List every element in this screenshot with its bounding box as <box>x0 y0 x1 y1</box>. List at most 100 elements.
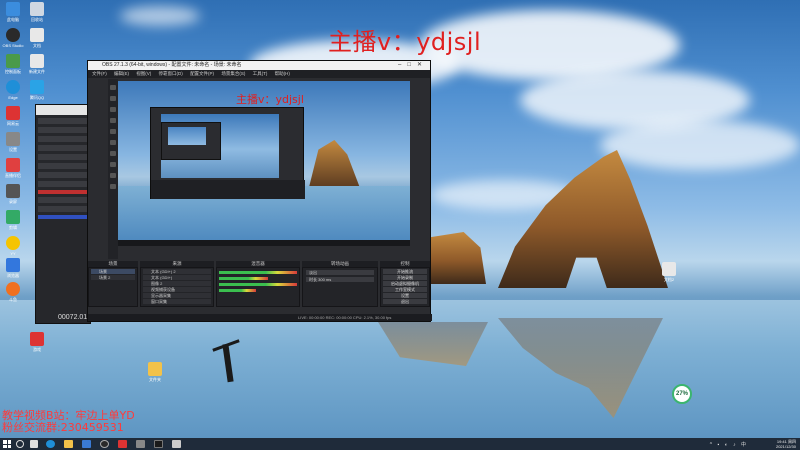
source-item[interactable]: 文本 (GDI+) 2 <box>143 269 211 274</box>
desktop-icon[interactable]: YY <box>2 236 24 256</box>
desktop-icon[interactable]: 网易云 <box>2 106 24 127</box>
audio-meter <box>219 283 297 286</box>
app-icon[interactable] <box>172 440 181 448</box>
host-watermark: 主播v：ydjsjl <box>328 28 482 56</box>
tool-icon[interactable] <box>110 140 116 145</box>
system-tray-icons[interactable]: ^ ▪ ◐ ♪ 中 <box>710 441 748 448</box>
folder-icon[interactable] <box>64 440 73 448</box>
desktop-icon[interactable]: OBS Studio <box>2 28 24 48</box>
windows-start-icon[interactable] <box>3 440 11 448</box>
desktop-icon[interactable]: 文档2 <box>658 262 680 283</box>
start-recording-button[interactable]: 开始录制 <box>383 275 427 280</box>
menu-file[interactable]: 文件(F) <box>92 71 107 76</box>
tool-icon[interactable] <box>110 85 116 90</box>
desktop-icon[interactable]: 浏览器 <box>2 258 24 279</box>
virtual-camera-button[interactable]: 启动虚拟摄像机 <box>383 281 427 286</box>
desktop-icon[interactable]: 文档 <box>26 28 48 49</box>
duration-label: 时长 <box>309 277 317 282</box>
exit-button[interactable]: 退出 <box>383 299 427 304</box>
desktop-icon[interactable]: 文件夹 <box>144 362 166 383</box>
desktop-icon[interactable]: 此电脑 <box>2 2 24 23</box>
record-icon <box>6 184 20 198</box>
window-titlebar[interactable] <box>36 105 90 115</box>
tool-icon[interactable] <box>110 118 116 123</box>
source-item[interactable]: 图像 2 <box>143 281 211 286</box>
source-item[interactable]: 窗口采集 <box>143 299 211 304</box>
taskbar-clock[interactable]: 19:41 周四 2021/12/30 <box>776 438 796 450</box>
app-icon[interactable] <box>136 440 145 448</box>
studio-mode-button[interactable]: 工作室模式 <box>383 287 427 292</box>
tool-icon[interactable] <box>110 151 116 156</box>
task-view-icon[interactable] <box>30 440 38 448</box>
menu-bar: 文件(F) 编辑(E) 视图(V) 停靠窗口(D) 配置文件(P) 场景集合(S… <box>88 70 430 78</box>
desktop-icon[interactable]: 录屏 <box>2 184 24 205</box>
desktop-icon[interactable]: Edge <box>2 80 24 100</box>
edge-icon[interactable] <box>46 440 55 448</box>
back-window-timer: 00072.01 <box>58 314 88 321</box>
file-icon <box>30 54 44 68</box>
tool-icon[interactable] <box>110 162 116 167</box>
desktop-icon[interactable]: 控制面板 <box>2 54 24 75</box>
menu-view[interactable]: 视图(V) <box>136 71 151 76</box>
yy-icon <box>6 236 20 250</box>
duration-field[interactable]: 时长 300 ms <box>306 277 374 282</box>
tool-icon[interactable] <box>110 173 116 178</box>
desktop-icon[interactable]: 新建文件 <box>26 54 48 75</box>
window-titlebar[interactable]: OBS 27.1.3 (64-bit, windows) - 配置文件: 未命名… <box>88 61 430 70</box>
desktop-icon[interactable]: 剪辑 <box>2 210 24 231</box>
live-icon <box>6 158 20 172</box>
obs-icon[interactable] <box>100 440 109 448</box>
transition-select[interactable]: 淡出 <box>306 270 374 275</box>
menu-profile[interactable]: 配置文件(P) <box>190 71 214 76</box>
desktop-icon[interactable]: 设置 <box>2 132 24 153</box>
duration-value: 300 ms <box>318 277 332 282</box>
menu-tools[interactable]: 工具(T) <box>253 71 268 76</box>
cpu-usage-widget[interactable]: 27% <box>672 384 692 404</box>
scissors-icon <box>6 210 20 224</box>
search-icon[interactable] <box>16 440 24 448</box>
qq-icon <box>30 80 44 94</box>
tool-icon[interactable] <box>110 107 116 112</box>
gear-icon <box>6 132 20 146</box>
desktop-icon[interactable]: 游戏 <box>26 332 48 353</box>
start-streaming-button[interactable]: 开始推流 <box>383 269 427 274</box>
desktop-icon[interactable]: 直播伴侣 <box>2 158 24 179</box>
menu-docks[interactable]: 停靠窗口(D) <box>159 71 183 76</box>
obs-preview-canvas[interactable]: 主播v：ydjsjl <box>118 81 410 246</box>
status-bar: LIVE: 00:00:00 REC: 00:00:00 CPU: 2.1%, … <box>88 314 432 321</box>
settings-button[interactable]: 设置 <box>383 293 427 298</box>
computer-icon <box>6 2 20 16</box>
tool-icon[interactable] <box>110 96 116 101</box>
media-icon[interactable] <box>118 440 127 448</box>
desktop-icon[interactable]: 腾讯QQ <box>26 80 48 101</box>
source-item[interactable]: 视频捕获设备 <box>143 287 211 292</box>
transitions-panel: 淡出 时长 300 ms <box>302 267 378 307</box>
menu-edit[interactable]: 编辑(E) <box>114 71 129 76</box>
bottom-caption: 教学视频B站：牢边上单YD 粉丝交流群:230459531 <box>2 410 135 434</box>
audio-meter <box>219 289 256 292</box>
desktop-icon[interactable]: 回收站 <box>26 2 48 23</box>
window-controls[interactable]: –□✕ <box>398 61 428 70</box>
control-panel-icon <box>6 54 20 68</box>
game-icon <box>30 332 44 346</box>
desktop-icon[interactable]: 斗鱼 <box>2 282 24 303</box>
tool-icon[interactable] <box>110 129 116 134</box>
douyu-icon <box>6 282 20 296</box>
folder-icon <box>148 362 162 376</box>
source-item[interactable]: 显示器采集 <box>143 293 211 298</box>
menu-scene-collection[interactable]: 场景集合(S) <box>221 71 245 76</box>
menu-help[interactable]: 帮助(H) <box>275 71 290 76</box>
scene-item[interactable]: 场景 <box>91 269 135 274</box>
globe-icon <box>6 258 20 272</box>
source-item[interactable]: 文本 (GDI+) <box>143 275 211 280</box>
window-title: OBS 27.1.3 (64-bit, windows) - 配置文件: 未命名… <box>102 62 242 68</box>
audio-meter <box>219 271 297 274</box>
app-icon[interactable] <box>154 440 163 448</box>
browser-icon <box>6 80 20 94</box>
store-icon[interactable] <box>82 440 91 448</box>
obs-window-background[interactable]: 00072.01 <box>35 104 91 324</box>
obs-main-window[interactable]: OBS 27.1.3 (64-bit, windows) - 配置文件: 未命名… <box>87 60 432 322</box>
obs-icon <box>6 28 20 42</box>
tool-icon[interactable] <box>110 184 116 189</box>
scene-item[interactable]: 场景 2 <box>91 275 135 280</box>
